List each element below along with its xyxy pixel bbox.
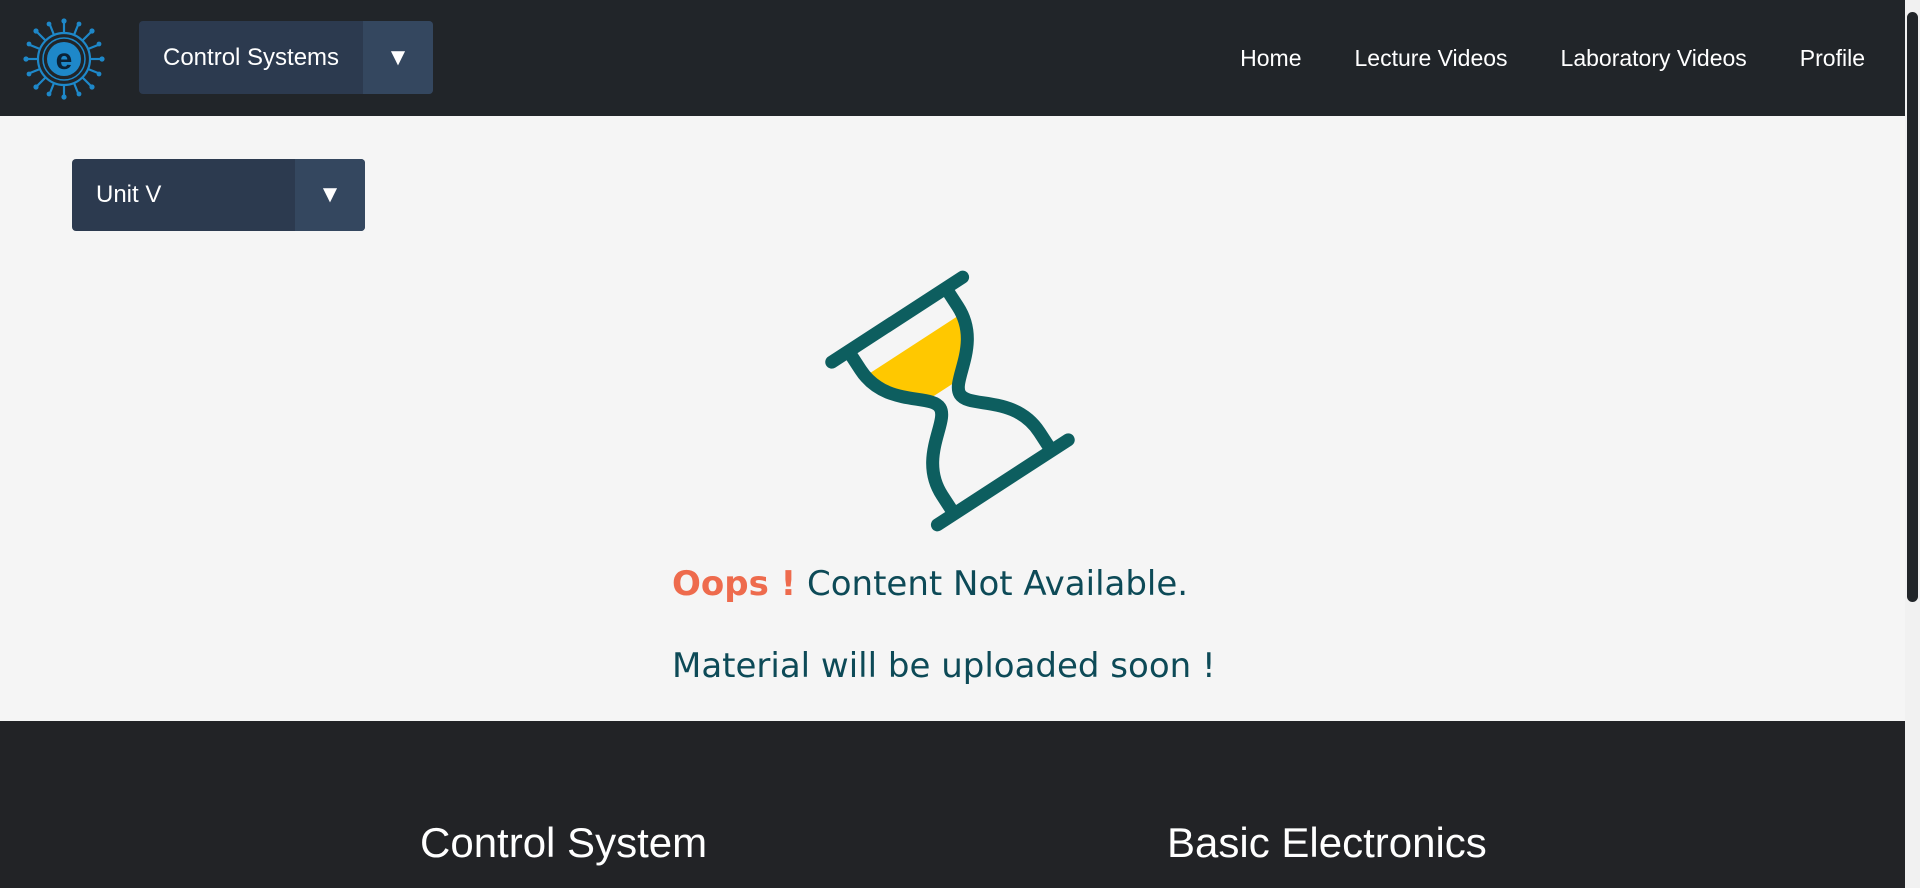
page-scrollbar[interactable] — [1905, 0, 1920, 888]
content-unavailable-text: Content Not Available. — [807, 564, 1189, 604]
hourglass-icon — [820, 266, 1080, 536]
upload-soon-text: Material will be uploaded soon ! — [672, 646, 1216, 686]
footer: Control System Basic Electronics — [0, 721, 1905, 888]
nav-link-laboratory-videos[interactable]: Laboratory Videos — [1561, 45, 1747, 72]
site-logo-icon[interactable]: e — [22, 17, 106, 101]
main-content: Unit V ▼ Oops ! Content Not Available. M… — [0, 116, 1905, 721]
top-navbar: e Control Systems ▼ Home Lecture Videos … — [0, 0, 1905, 116]
content-unavailable-message: Oops ! Content Not Available. — [672, 564, 1188, 604]
unit-select[interactable]: Unit V ▼ — [72, 159, 365, 231]
subject-select-value: Control Systems — [163, 43, 340, 71]
oops-text: Oops ! — [672, 564, 797, 604]
nav-link-home[interactable]: Home — [1240, 45, 1301, 72]
nav-link-profile[interactable]: Profile — [1800, 45, 1865, 72]
nav-link-lecture-videos[interactable]: Lecture Videos — [1355, 45, 1508, 72]
svg-text:e: e — [56, 43, 73, 76]
subject-select[interactable]: Control Systems ▼ — [139, 21, 433, 94]
scrollbar-thumb[interactable] — [1907, 12, 1918, 602]
unit-select-value: Unit V — [96, 181, 162, 208]
footer-heading-control-system: Control System — [420, 819, 708, 866]
nav-links: Home Lecture Videos Laboratory Videos Pr… — [1187, 0, 1865, 116]
caret-down-icon[interactable]: ▼ — [363, 21, 433, 94]
footer-heading-basic-electronics: Basic Electronics — [1167, 819, 1487, 866]
caret-down-icon[interactable]: ▼ — [295, 159, 365, 231]
